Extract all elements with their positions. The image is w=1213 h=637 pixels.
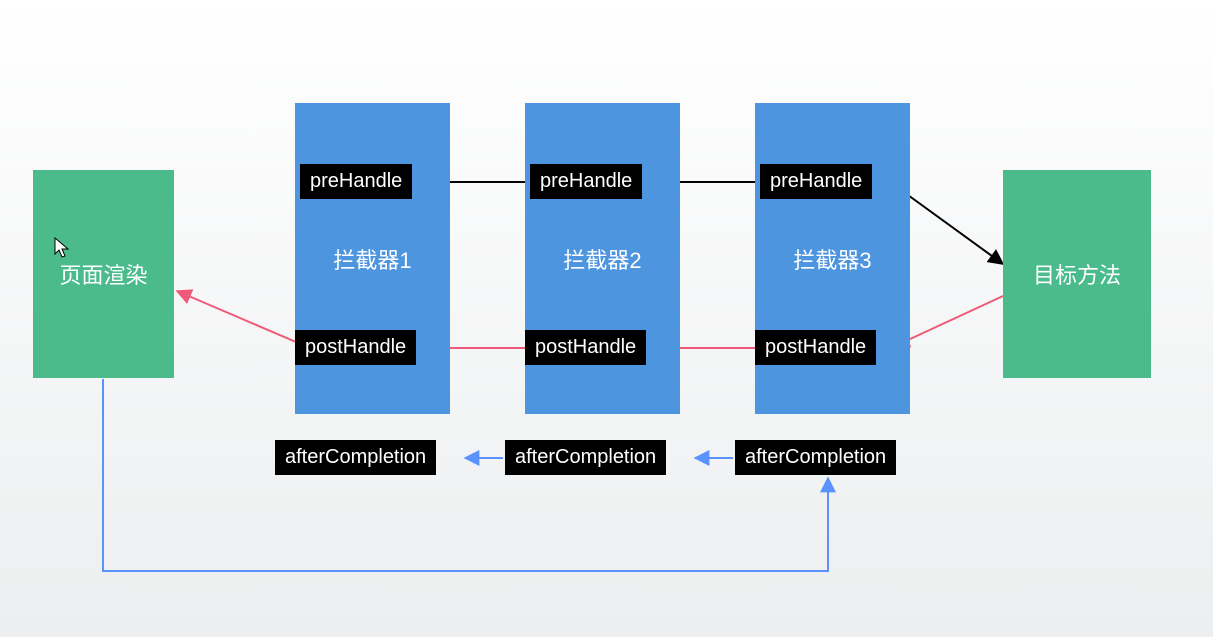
interceptor-1-title: 拦截器1 [333,243,411,275]
interceptor-column-3: 拦截器3 [755,103,910,414]
interceptor-column-2: 拦截器2 [525,103,680,414]
diagram-stage: 页面渲染 目标方法 拦截器1 preHandle postHandle afte… [0,0,1213,637]
interceptor-2-posthandle: postHandle [525,330,646,365]
interceptor-2-prehandle: preHandle [530,164,642,199]
interceptor-3-aftercompletion: afterCompletion [735,440,896,475]
interceptor-1-prehandle: preHandle [300,164,412,199]
page-render-label: 页面渲染 [59,258,147,290]
interceptor-3-title: 拦截器3 [793,243,871,275]
interceptor-1-posthandle: postHandle [295,330,416,365]
interceptor-3-posthandle: postHandle [755,330,876,365]
interceptor-1-aftercompletion: afterCompletion [275,440,436,475]
interceptor-2-aftercompletion: afterCompletion [505,440,666,475]
interceptor-column-1: 拦截器1 [295,103,450,414]
interceptor-3-prehandle: preHandle [760,164,872,199]
target-method-box: 目标方法 [1003,170,1151,378]
page-render-box: 页面渲染 [33,170,174,378]
target-method-label: 目标方法 [1033,258,1121,290]
interceptor-2-title: 拦截器2 [563,243,641,275]
